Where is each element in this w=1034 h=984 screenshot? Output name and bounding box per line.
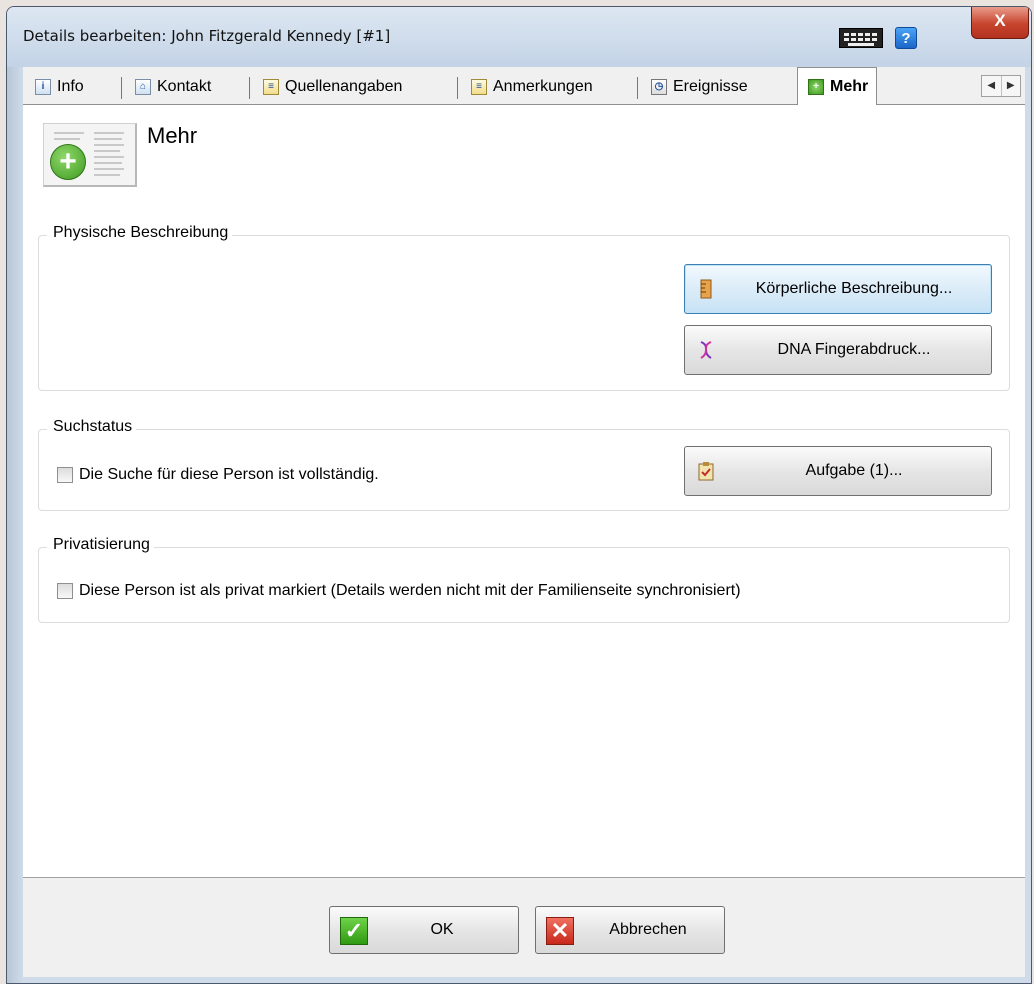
tab-label: Anmerkungen bbox=[493, 78, 593, 95]
dialog-window: Details bearbeiten: John Fitzgerald Kenn… bbox=[6, 6, 1032, 984]
group-legend: Privatisierung bbox=[47, 536, 154, 554]
group-privacy: Privatisierung Diese Person ist als priv… bbox=[38, 536, 1010, 623]
dialog-footer: ✓ OK ✕ Abbrechen bbox=[23, 877, 1025, 977]
ruler-icon bbox=[700, 279, 712, 299]
tab-ereignisse[interactable]: ◷ Ereignisse bbox=[645, 73, 748, 101]
button-label: Körperliche Beschreibung... bbox=[755, 280, 953, 297]
tab-label: Mehr bbox=[830, 77, 869, 95]
house-icon: ⌂ bbox=[135, 79, 151, 95]
tab-separator bbox=[457, 77, 458, 99]
group-legend: Physische Beschreibung bbox=[47, 224, 233, 242]
physical-description-button[interactable]: Körperliche Beschreibung... bbox=[684, 264, 992, 314]
plus-icon: + bbox=[50, 144, 86, 180]
tab-separator bbox=[249, 77, 250, 99]
tab-kontakt[interactable]: ⌂ Kontakt bbox=[129, 73, 211, 101]
more-page-icon: + bbox=[43, 123, 137, 187]
checkbox-box[interactable] bbox=[57, 467, 73, 483]
scroll-right-icon[interactable]: ▶ bbox=[1000, 76, 1021, 96]
clipboard-icon bbox=[698, 462, 714, 481]
checkmark-icon: ✓ bbox=[340, 917, 368, 945]
checkbox-label: Die Suche für diese Person ist vollständ… bbox=[79, 466, 379, 483]
tab-label: Quellenangaben bbox=[285, 78, 403, 95]
tab-content-panel: + Mehr Physische Beschreibung Körperlich… bbox=[23, 105, 1025, 877]
ok-button[interactable]: ✓ OK bbox=[329, 906, 519, 954]
group-physical-description: Physische Beschreibung Körperliche Besch… bbox=[38, 224, 1010, 391]
button-label: Aufgabe (1)... bbox=[805, 462, 903, 479]
tab-strip: i Info ⌂ Kontakt ≡ Quellenangaben ≡ Anme… bbox=[23, 67, 1025, 105]
tab-separator bbox=[637, 77, 638, 99]
plus-icon: + bbox=[808, 78, 824, 95]
tab-scroll-arrows: ◀ ▶ bbox=[981, 75, 1021, 97]
tab-quellenangaben[interactable]: ≡ Quellenangaben bbox=[257, 73, 402, 101]
tab-label: Kontakt bbox=[157, 78, 212, 95]
checkbox-box[interactable] bbox=[57, 583, 73, 599]
clock-icon: ◷ bbox=[651, 79, 667, 95]
scroll-left-icon[interactable]: ◀ bbox=[982, 76, 1001, 96]
tab-label: Info bbox=[57, 78, 84, 95]
tab-anmerkungen[interactable]: ≡ Anmerkungen bbox=[465, 73, 593, 101]
sources-icon: ≡ bbox=[263, 79, 279, 95]
checkbox-label: Diese Person ist als privat markiert (De… bbox=[79, 582, 741, 599]
tab-separator bbox=[121, 77, 122, 99]
dna-fingerprint-button[interactable]: DNA Fingerabdruck... bbox=[684, 325, 992, 375]
window-frame-left bbox=[7, 67, 23, 983]
help-button[interactable]: ? bbox=[895, 27, 917, 49]
button-label: DNA Fingerabdruck... bbox=[777, 341, 931, 358]
window-title: Details bearbeiten: John Fitzgerald Kenn… bbox=[23, 27, 391, 45]
tab-label: Ereignisse bbox=[673, 78, 748, 95]
button-label: OK bbox=[430, 921, 454, 938]
research-complete-checkbox[interactable]: Die Suche für diese Person ist vollständ… bbox=[57, 466, 379, 484]
tab-info[interactable]: i Info bbox=[29, 73, 84, 101]
group-legend: Suchstatus bbox=[47, 418, 137, 436]
cancel-button[interactable]: ✕ Abbrechen bbox=[535, 906, 725, 954]
info-icon: i bbox=[35, 79, 51, 95]
title-bar: Details bearbeiten: John Fitzgerald Kenn… bbox=[7, 7, 1031, 67]
group-research-status: Suchstatus Die Suche für diese Person is… bbox=[38, 418, 1010, 511]
close-button[interactable]: X bbox=[971, 7, 1029, 39]
dna-icon bbox=[700, 341, 712, 359]
task-button[interactable]: Aufgabe (1)... bbox=[684, 446, 992, 496]
page-title: Mehr bbox=[147, 123, 198, 148]
notes-icon: ≡ bbox=[471, 79, 487, 95]
cross-icon: ✕ bbox=[546, 917, 574, 945]
keyboard-icon[interactable] bbox=[839, 28, 883, 48]
button-label: Abbrechen bbox=[609, 921, 687, 938]
private-person-checkbox[interactable]: Diese Person ist als privat markiert (De… bbox=[57, 582, 741, 600]
tab-mehr[interactable]: + Mehr bbox=[797, 67, 878, 105]
